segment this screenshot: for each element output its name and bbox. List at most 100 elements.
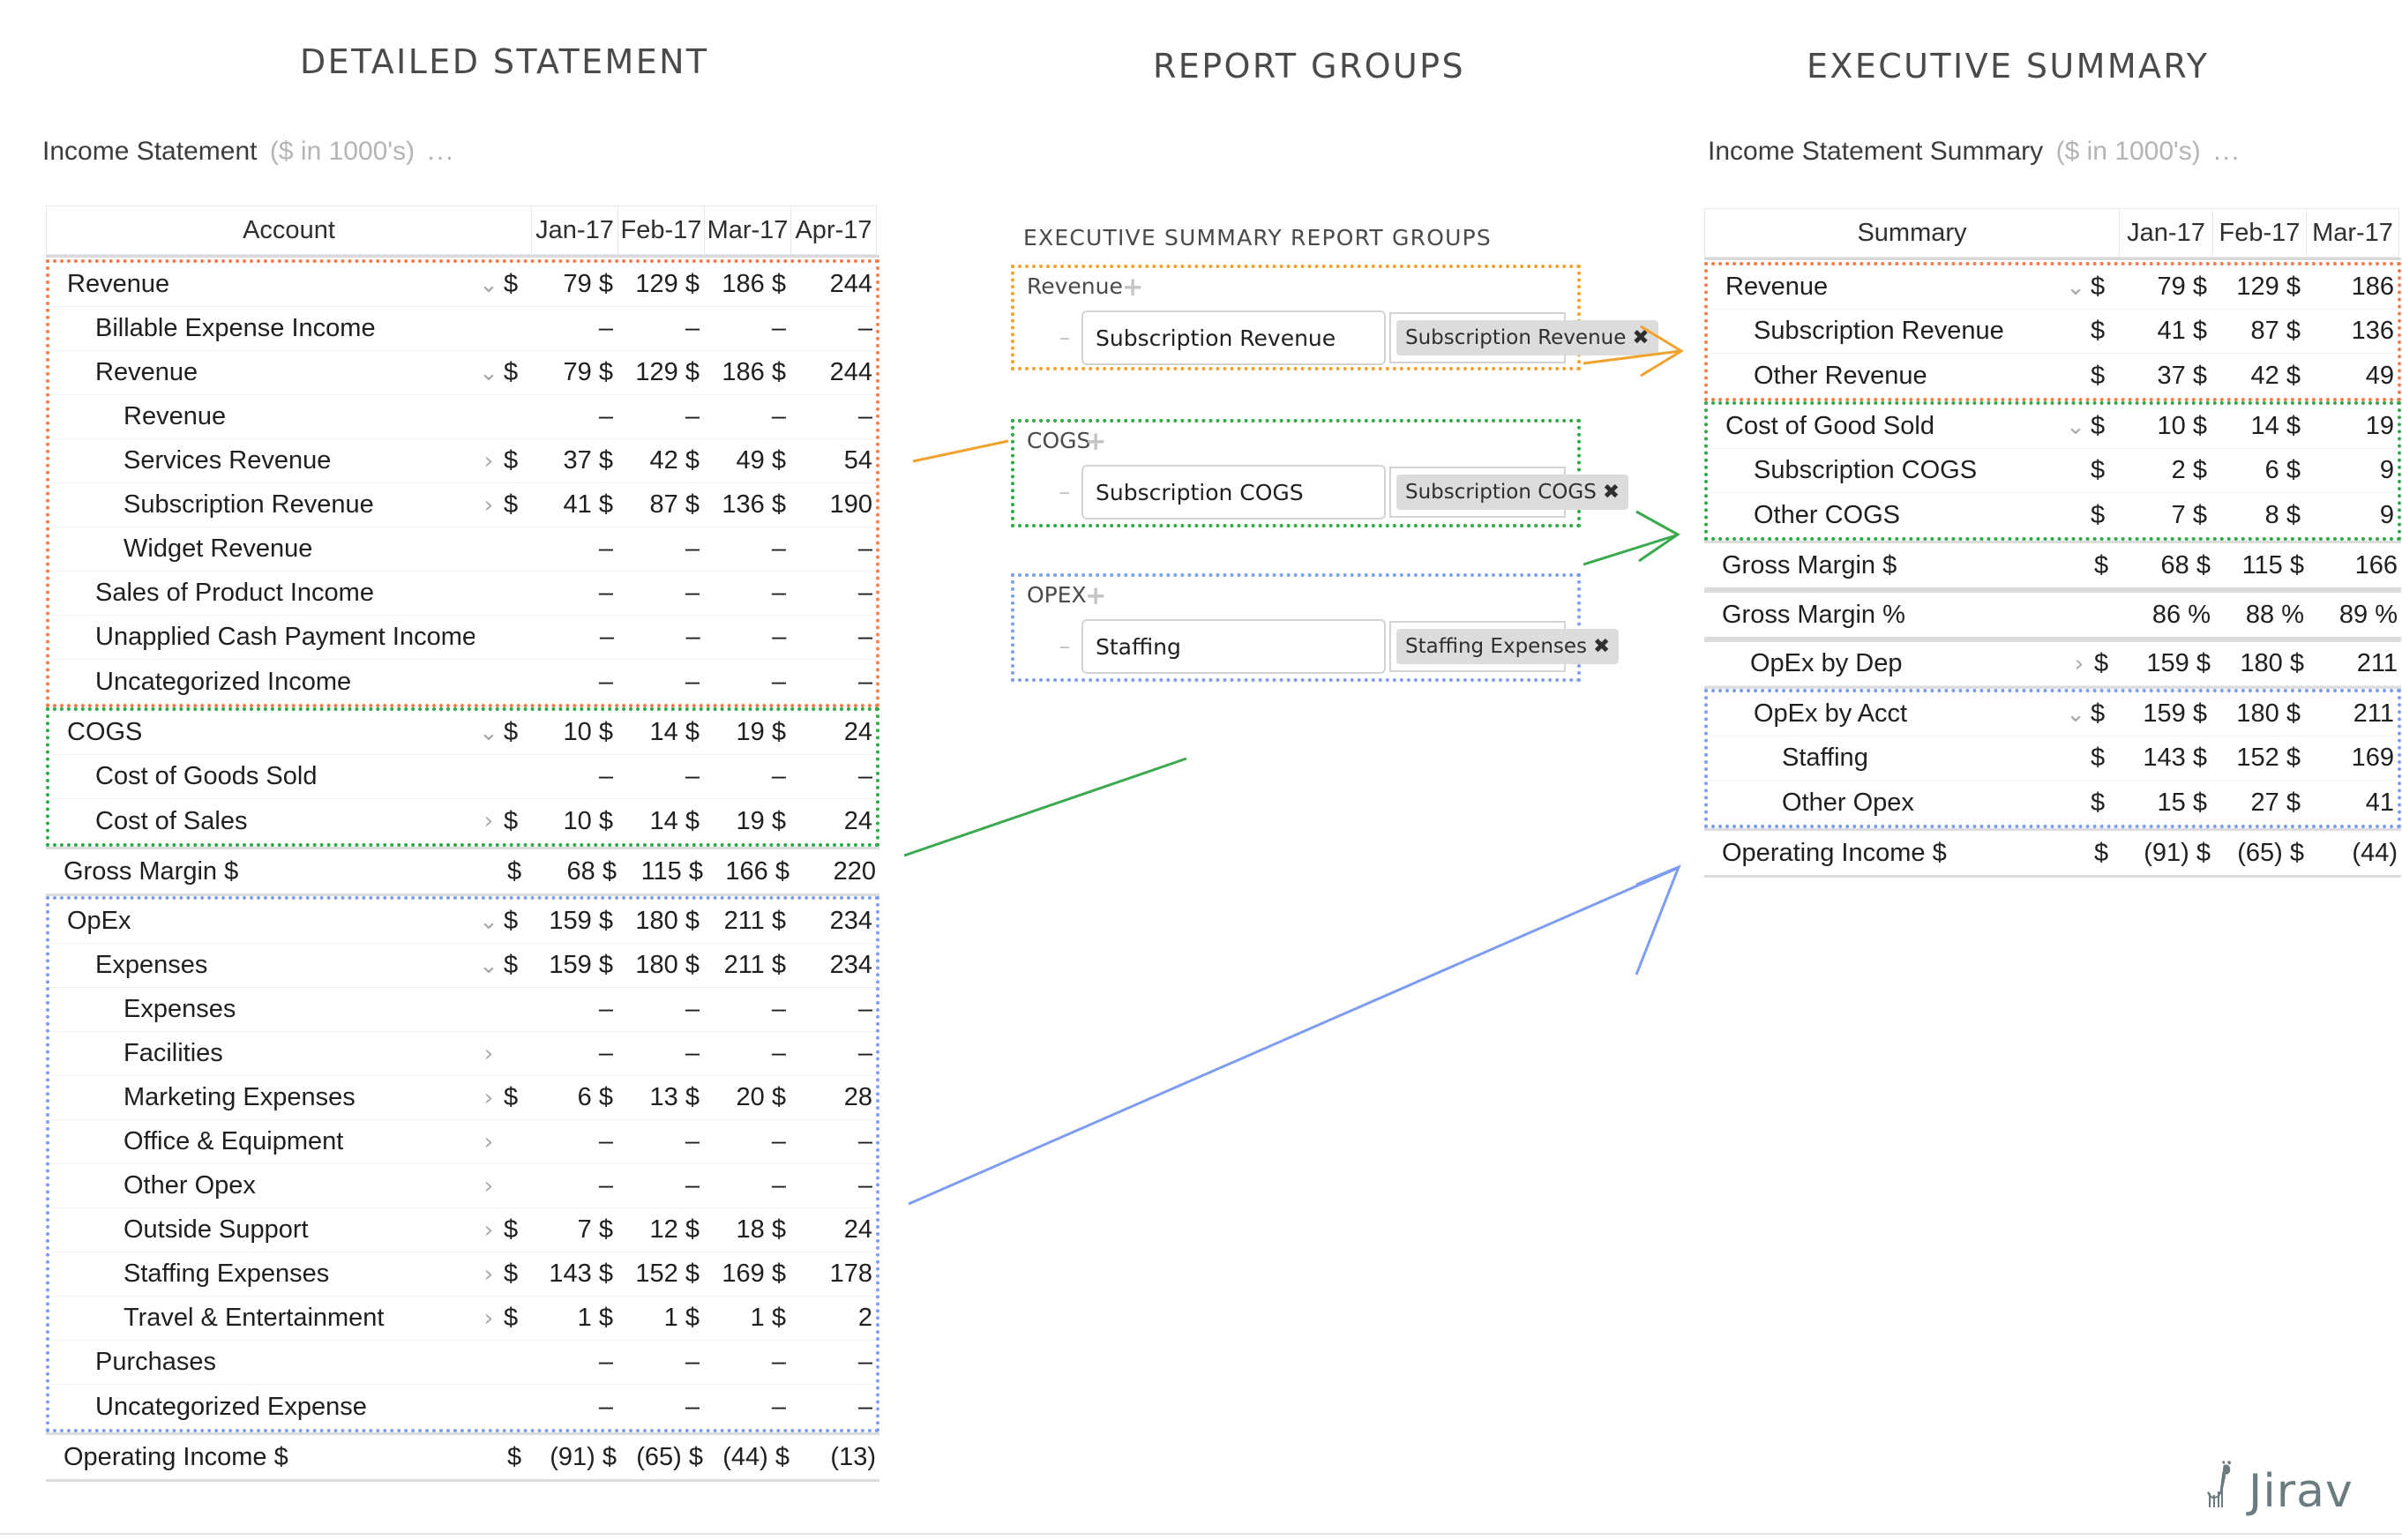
value-cell[interactable]: – [789,1393,876,1422]
value-cell[interactable]: – [789,623,876,652]
report-group-name-input[interactable]: Subscription COGS [1081,465,1386,520]
value-cell[interactable]: 152 $ [617,1260,703,1289]
value-cell[interactable]: 152 $ [2211,744,2304,773]
chevron-down-icon[interactable]: ⌄ [2061,415,2091,438]
table-row[interactable]: Expenses – – – – [49,988,876,1032]
value-cell[interactable]: 169 $ [703,1260,789,1289]
value-cell[interactable]: 180 $ [2211,699,2304,729]
value-cell[interactable]: 1 $ [617,1304,703,1333]
value-cell[interactable]: 186 [2304,273,2398,302]
chevron-down-icon[interactable]: ⌄ [2061,703,2091,726]
chevron-down-icon[interactable]: ⌄ [2061,276,2091,299]
value-cell[interactable]: – [617,668,703,697]
value-cell[interactable]: – [789,995,876,1024]
report-group-name-input[interactable]: Staffing [1081,619,1386,674]
value-cell[interactable]: 180 $ [617,951,703,980]
value-cell[interactable]: – [789,579,876,608]
value-cell[interactable]: 159 $ [2117,699,2211,729]
value-cell[interactable]: 12 $ [617,1215,703,1245]
table-row[interactable]: Unapplied Cash Payment Income – – – – [49,616,876,660]
value-cell[interactable]: 244 [789,358,876,387]
table-row[interactable]: Cost of Sales › $10 $14 $19 $24 [49,799,876,843]
value-cell[interactable]: 86 % [2121,601,2214,630]
value-cell[interactable]: – [617,1348,703,1377]
value-cell[interactable]: 68 $ [2121,551,2214,580]
value-cell[interactable]: 220 [793,857,879,886]
value-cell[interactable]: 79 $ [530,270,617,299]
value-cell[interactable]: 7 $ [530,1215,617,1245]
remove-tag-icon[interactable]: ✖ [1603,481,1620,504]
value-cell[interactable]: – [530,579,617,608]
table-row[interactable]: Uncategorized Expense – – – – [49,1385,876,1429]
chevron-right-icon[interactable]: › [474,810,504,833]
table-row[interactable]: Facilities › – – – – [49,1032,876,1076]
value-cell[interactable]: – [703,535,789,564]
value-cell[interactable]: (13) [793,1443,879,1472]
value-cell[interactable]: – [530,1127,617,1156]
value-cell[interactable]: 10 $ [530,718,617,747]
value-cell[interactable]: 24 [789,1215,876,1245]
value-cell[interactable]: 19 $ [703,807,789,836]
value-cell[interactable]: (44) [2308,839,2401,868]
table-row[interactable]: Other Opex › – – – – [49,1164,876,1208]
value-cell[interactable]: – [704,623,790,652]
value-cell[interactable]: – [530,535,617,564]
value-cell[interactable]: 24 [789,718,876,747]
report-group-accounts-field[interactable]: Subscription Revenue ✖ [1389,312,1658,363]
value-cell[interactable]: – [530,995,617,1024]
value-cell[interactable]: 6 $ [2211,456,2304,485]
value-cell[interactable]: 1 $ [530,1304,617,1333]
value-cell[interactable]: – [703,1348,789,1377]
remove-row-icon[interactable]: – [1053,633,1076,660]
value-cell[interactable]: 166 $ [707,857,793,886]
chevron-right-icon[interactable]: › [474,1087,504,1110]
value-cell[interactable]: – [703,1127,789,1156]
value-cell[interactable]: 211 $ [703,951,789,980]
value-cell[interactable]: 234 [789,907,876,936]
value-cell[interactable]: (65) $ [620,1443,707,1472]
table-row[interactable]: Revenue ⌄ $79 $129 $186 $244 [49,263,876,307]
value-cell[interactable]: – [617,402,703,431]
value-cell[interactable]: 211 [2308,649,2401,678]
column-header-jan-17[interactable]: Jan-17 [531,206,617,255]
chevron-down-icon[interactable]: ⌄ [474,273,504,296]
detailed-report-more-menu[interactable]: ... [428,137,455,166]
value-cell[interactable]: 37 $ [2117,362,2211,391]
value-cell[interactable]: 190 [789,490,876,520]
value-cell[interactable]: – [703,762,789,791]
table-row[interactable]: Services Revenue › $37 $42 $49 $54 [49,439,876,483]
value-cell[interactable]: – [617,623,704,652]
value-cell[interactable]: 9 [2304,456,2398,485]
value-cell[interactable]: 27 $ [2211,789,2304,818]
value-cell[interactable]: 6 $ [530,1083,617,1112]
value-cell[interactable]: 54 [789,446,876,475]
value-cell[interactable]: 14 $ [617,807,703,836]
table-row[interactable]: Travel & Entertainment › $1 $1 $1 $2 [49,1297,876,1341]
value-cell[interactable]: – [789,668,876,697]
value-cell[interactable]: – [530,1039,617,1068]
value-cell[interactable]: (91) $ [2121,839,2214,868]
value-cell[interactable]: – [530,314,617,343]
value-cell[interactable]: – [617,1393,703,1422]
value-cell[interactable]: 28 [789,1083,876,1112]
table-row[interactable]: Subscription COGS $2 $6 $9 [1708,449,2398,493]
chevron-right-icon[interactable]: › [474,450,504,473]
chevron-right-icon[interactable]: › [474,1219,504,1242]
value-cell[interactable]: 115 $ [620,857,707,886]
value-cell[interactable]: – [617,762,703,791]
value-cell[interactable]: 41 $ [2117,317,2211,346]
value-cell[interactable]: – [789,1127,876,1156]
value-cell[interactable]: (44) $ [707,1443,793,1472]
account-tag[interactable]: Staffing Expenses ✖ [1396,629,1620,664]
value-cell[interactable]: 143 $ [2117,744,2211,773]
add-row-icon[interactable]: + [1122,272,1143,302]
value-cell[interactable]: – [530,1393,617,1422]
value-cell[interactable]: 244 [789,270,876,299]
value-cell[interactable]: – [617,314,703,343]
value-cell[interactable]: 9 [2304,501,2398,530]
table-row[interactable]: Staffing $143 $152 $169 [1708,736,2398,781]
account-tag[interactable]: Subscription COGS ✖ [1396,475,1629,510]
table-row[interactable]: Other Revenue $37 $42 $49 [1708,354,2398,398]
value-cell[interactable]: 1 $ [703,1304,789,1333]
value-cell[interactable]: – [703,995,789,1024]
